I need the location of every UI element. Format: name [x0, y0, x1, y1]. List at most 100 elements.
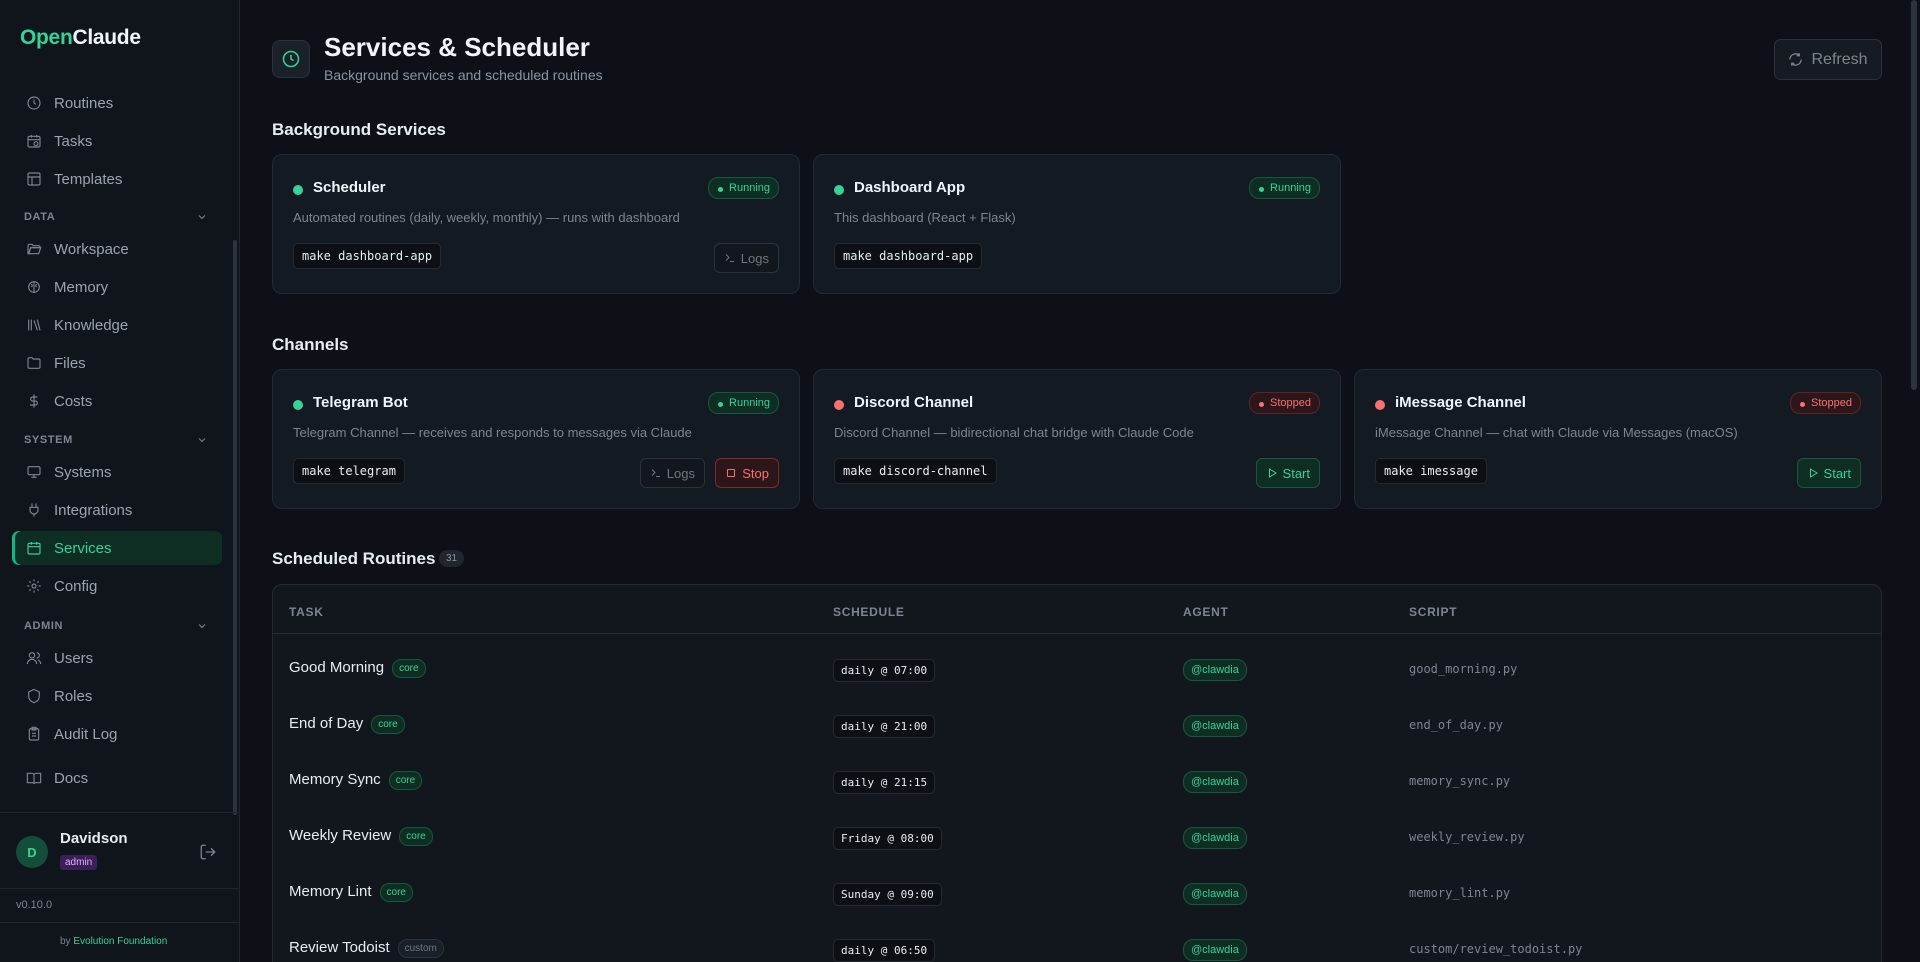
clock-icon — [26, 95, 42, 111]
sidebar-item-routines[interactable]: Routines — [12, 86, 222, 120]
user-name: Davidson — [60, 830, 128, 847]
sidebar-item-costs[interactable]: Costs — [12, 384, 222, 418]
terminal-icon — [725, 254, 734, 262]
sidebar-item-audit-log[interactable]: Audit Log — [12, 717, 222, 751]
script-cell: memory_lint.py — [1409, 886, 1511, 900]
tag-badge: core — [379, 883, 413, 902]
brand-logo[interactable]: OpenClaude — [20, 26, 141, 50]
refresh-button[interactable]: Refresh — [1774, 39, 1882, 80]
command-code: make imessage — [1375, 458, 1487, 484]
channel-description: iMessage Channel — chat with Claude via … — [1375, 425, 1738, 440]
sidebar-item-roles[interactable]: Roles — [12, 679, 222, 713]
agent-badge: @clawdia — [1183, 827, 1247, 849]
sidebar-item-integrations[interactable]: Integrations — [12, 493, 222, 527]
chevron-down-icon — [198, 215, 206, 220]
divider — [0, 922, 240, 923]
agent-badge: @clawdia — [1183, 939, 1247, 961]
tag-badge: core — [399, 827, 433, 846]
tag-badge: core — [392, 659, 426, 678]
shield-icon — [26, 688, 42, 704]
library-icon — [26, 317, 42, 333]
status-badge: Stopped — [1249, 392, 1320, 414]
task-cell: End of Day core — [289, 715, 405, 734]
page-title: Services & Scheduler — [324, 32, 590, 62]
agent-badge: @clawdia — [1183, 771, 1247, 793]
column-header-task[interactable]: TASK — [289, 605, 324, 619]
sidebar-item-config[interactable]: Config — [12, 569, 222, 603]
play-icon — [1268, 468, 1277, 478]
table-row[interactable]: Weekly Review core Friday @ 08:00 @clawdi… — [273, 809, 1881, 865]
clipboard-icon — [26, 726, 42, 742]
stop-button[interactable]: Stop — [715, 458, 779, 488]
section-title-background-services: Background Services — [272, 120, 446, 139]
sidebar-item-docs[interactable]: Docs — [12, 761, 222, 795]
section-header-admin[interactable]: ADMIN — [24, 620, 208, 632]
divider — [273, 633, 1881, 634]
table-row[interactable]: Memory Lint core Sunday @ 09:00 @clawdia … — [273, 865, 1881, 921]
channel-card-discord: Discord Channel Stopped Discord Channel … — [813, 369, 1341, 509]
sidebar-item-memory[interactable]: Memory — [12, 270, 222, 304]
task-cell: Review Todoist custom — [289, 939, 444, 958]
agent-badge: @clawdia — [1183, 883, 1247, 905]
start-button[interactable]: Start — [1796, 458, 1861, 488]
sidebar-item-files[interactable]: Files — [12, 346, 222, 380]
table-row[interactable]: Memory Sync core daily @ 21:15 @clawdia m… — [273, 753, 1881, 809]
start-button[interactable]: Start — [1255, 458, 1320, 488]
calendar-clock-icon — [26, 133, 42, 149]
layout-icon — [26, 171, 42, 187]
logout-icon[interactable] — [199, 843, 217, 861]
table-row[interactable]: End of Day core daily @ 21:00 @clawdia en… — [273, 697, 1881, 753]
sidebar-item-systems[interactable]: Systems — [12, 455, 222, 489]
main-scrollbar[interactable] — [1911, 0, 1917, 390]
sidebar-item-knowledge[interactable]: Knowledge — [12, 308, 222, 342]
section-header-system[interactable]: SYSTEM — [24, 434, 208, 446]
column-header-agent[interactable]: AGENT — [1183, 605, 1229, 619]
table-row[interactable]: Good Morning core daily @ 07:00 @clawdia … — [273, 641, 1881, 697]
logs-button[interactable]: Logs — [713, 243, 779, 273]
monitor-icon — [26, 464, 42, 480]
sidebar-scrollbar[interactable] — [233, 240, 237, 815]
sidebar-item-workspace[interactable]: Workspace — [12, 232, 222, 266]
sidebar-item-users[interactable]: Users — [12, 641, 222, 675]
sidebar-item-tasks[interactable]: Tasks — [12, 124, 222, 158]
script-cell: memory_sync.py — [1409, 774, 1511, 788]
column-header-schedule[interactable]: SCHEDULE — [833, 605, 905, 619]
logs-button[interactable]: Logs — [639, 458, 705, 488]
chevron-down-icon — [198, 438, 206, 443]
status-dot — [1375, 400, 1385, 410]
section-title-channels: Channels — [272, 335, 349, 354]
folder-open-icon — [26, 241, 42, 257]
channel-description: Discord Channel — bidirectional chat bri… — [834, 425, 1194, 440]
status-badge: Running — [708, 177, 779, 199]
avatar[interactable]: D — [16, 836, 48, 868]
table-row[interactable]: Review Todoist custom daily @ 06:50 @claw… — [273, 921, 1881, 962]
schedule-cell: Sunday @ 09:00 — [833, 883, 942, 906]
role-badge: admin — [60, 855, 98, 870]
brain-icon — [26, 279, 42, 295]
script-cell: end_of_day.py — [1409, 718, 1503, 732]
task-cell: Weekly Review core — [289, 827, 433, 846]
script-cell: good_morning.py — [1409, 662, 1518, 676]
page-icon — [272, 40, 310, 78]
sidebar-item-services[interactable]: Services — [12, 531, 222, 565]
section-header-data[interactable]: DATA — [24, 211, 208, 223]
byline: by Evolution Foundation — [60, 936, 168, 947]
page-subtitle: Background services and scheduled routin… — [324, 67, 603, 83]
channel-card-imessage: iMessage Channel Stopped iMessage Channe… — [1354, 369, 1882, 509]
book-icon — [26, 770, 42, 786]
count-badge: 31 — [439, 550, 465, 567]
task-cell: Memory Lint core — [289, 883, 413, 902]
column-header-script[interactable]: SCRIPT — [1409, 605, 1457, 619]
stop-icon — [727, 469, 736, 477]
status-dot — [834, 400, 844, 410]
sidebar-item-templates[interactable]: Templates — [12, 162, 222, 196]
version-label: v0.10.0 — [16, 899, 53, 911]
gear-icon — [26, 578, 42, 594]
calendar-icon — [26, 540, 42, 556]
evolution-foundation-link[interactable]: Evolution Foundation — [73, 936, 167, 947]
task-cell: Good Morning core — [289, 659, 426, 678]
task-cell: Memory Sync core — [289, 771, 423, 790]
channel-name: iMessage Channel — [1395, 394, 1526, 411]
terminal-icon — [651, 469, 660, 477]
divider — [0, 888, 240, 889]
